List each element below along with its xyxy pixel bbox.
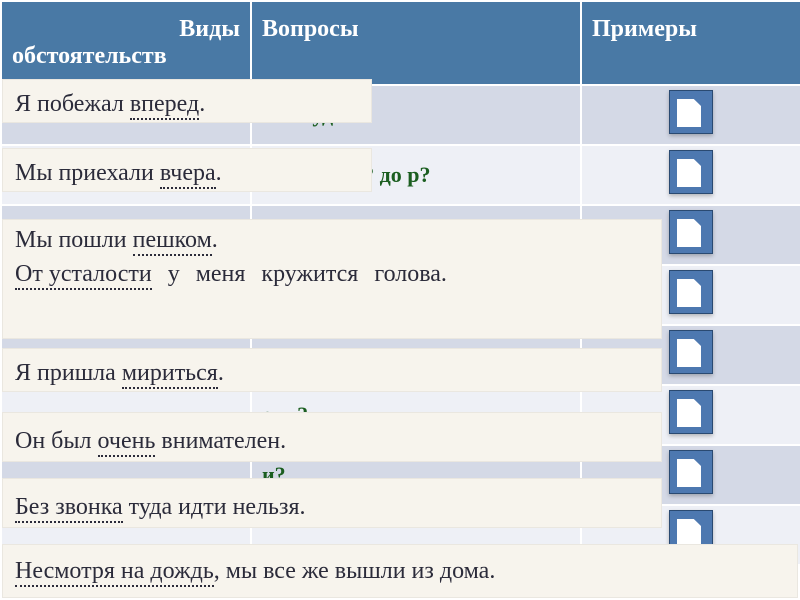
text: . [218, 360, 224, 386]
header-questions: Вопросы [251, 1, 581, 85]
adverbial: мириться [122, 360, 218, 389]
header-examples: Примеры [581, 1, 800, 85]
slide-container: Виды обстоятельств Вопросы Примеры ? отк… [0, 0, 800, 600]
example-overlay-7: Без звонка туда идти нельзя. [2, 478, 662, 528]
text: . [216, 160, 222, 186]
example-cell [581, 145, 800, 205]
text: Мы приехали [15, 160, 160, 186]
text: у меня кружится голова. [152, 261, 447, 287]
text: . [199, 91, 205, 117]
text: Он был [15, 428, 98, 454]
text: , мы все же вышли из дома. [214, 558, 496, 584]
example-overlay-8: Несмотря на дождь, мы все же вышли из до… [2, 544, 798, 598]
text: Я пришла [15, 360, 122, 386]
adverbial: вперед [130, 91, 199, 120]
doc-icon[interactable] [669, 450, 713, 494]
header-types-word1: Виды [12, 16, 240, 43]
adverbial: очень [98, 428, 156, 457]
text: . [212, 227, 218, 253]
adverbial: пешком [133, 227, 212, 256]
doc-icon[interactable] [669, 390, 713, 434]
doc-icon[interactable] [669, 270, 713, 314]
header-types: Виды обстоятельств [1, 1, 251, 85]
example-cell [581, 85, 800, 145]
doc-icon[interactable] [669, 210, 713, 254]
adverbial: От усталости [15, 261, 152, 290]
example-overlay-3-4: Мы пошли пешком. От усталости у меня кру… [2, 219, 662, 339]
example-overlay-5: Я пришла мириться. [2, 348, 662, 392]
adverbial: Без звонка [15, 494, 123, 523]
text: Мы пошли [15, 227, 133, 253]
example-overlay-2: Мы приехали вчера. [2, 148, 372, 192]
text: туда идти нельзя. [123, 494, 306, 520]
header-types-word2: обстоятельств [12, 43, 240, 70]
adverbial: вчера [160, 160, 216, 189]
doc-icon[interactable] [669, 150, 713, 194]
example-overlay-1: Я побежал вперед. [2, 79, 372, 123]
doc-icon[interactable] [669, 90, 713, 134]
text: внимателен. [155, 428, 286, 454]
text: Я побежал [15, 91, 130, 117]
adverbial: Несмотря на дождь [15, 558, 214, 587]
doc-icon[interactable] [669, 330, 713, 374]
example-overlay-6: Он был очень внимателен. [2, 412, 662, 462]
